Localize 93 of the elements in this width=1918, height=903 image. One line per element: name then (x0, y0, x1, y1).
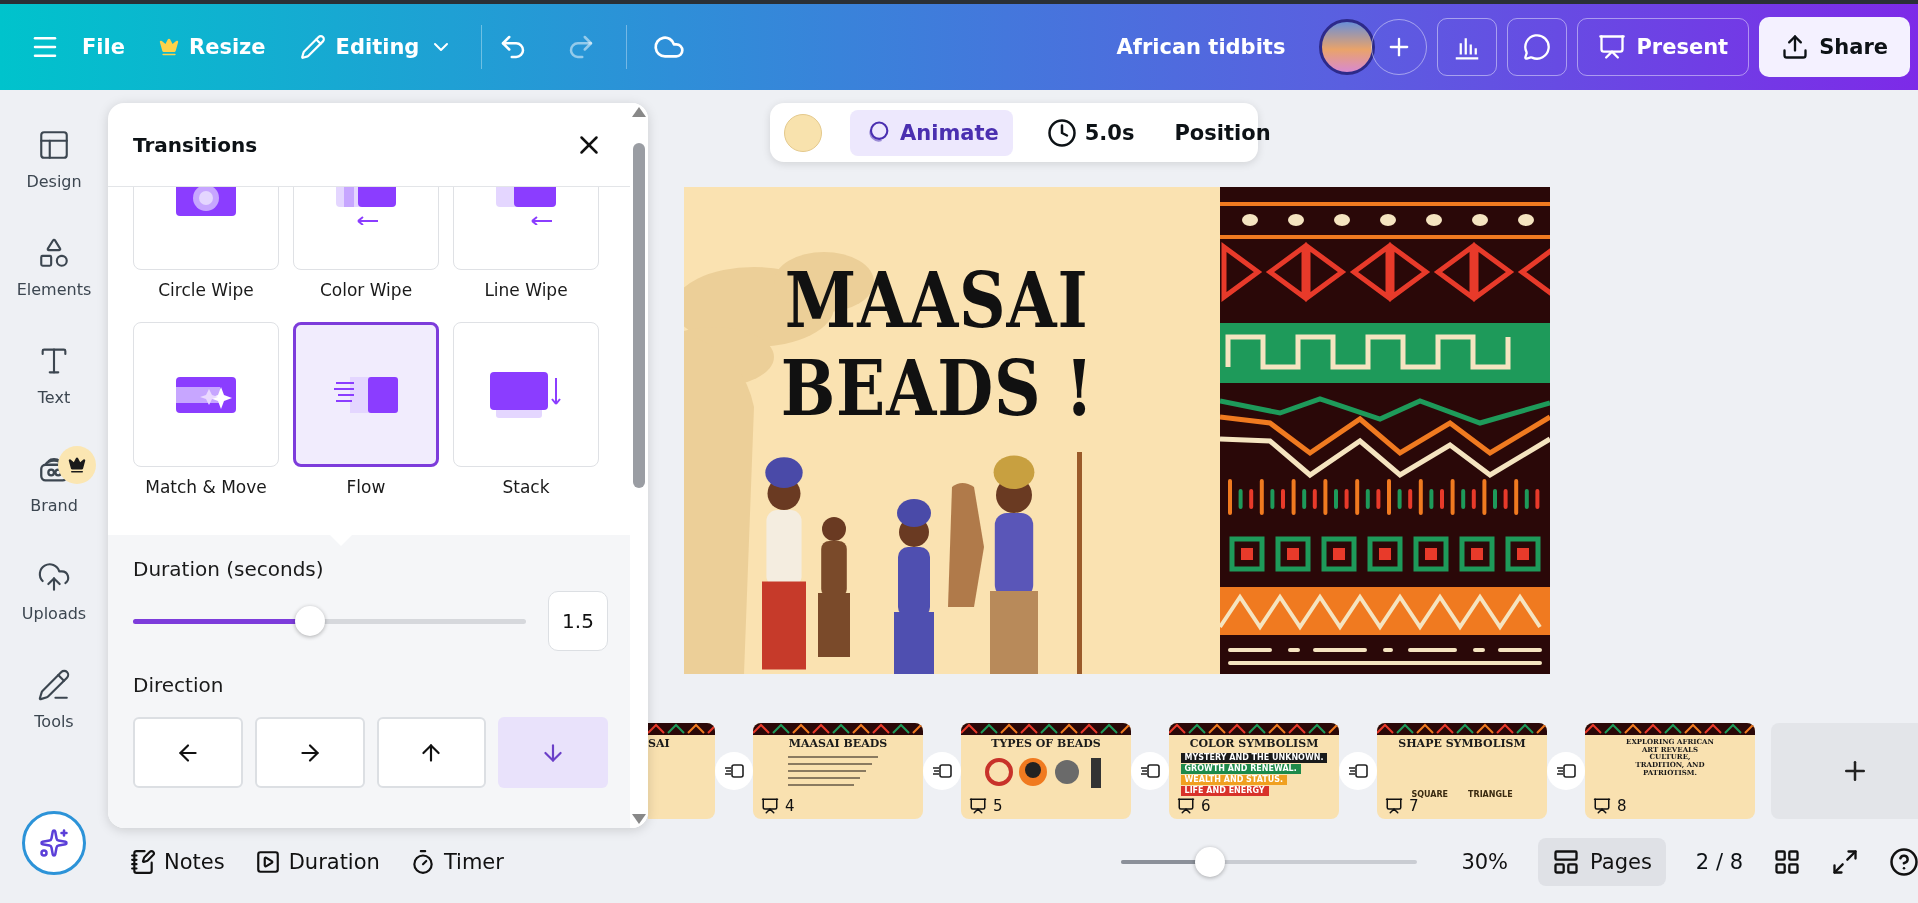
clock-icon (1046, 117, 1077, 148)
notes-icon (130, 848, 156, 875)
presentation-icon (761, 797, 779, 815)
color-label: LIFE AND ENERGY (1180, 786, 1269, 797)
pen-icon (37, 668, 71, 702)
timing-button[interactable]: 5.0s (1040, 116, 1141, 149)
upload-icon (1781, 33, 1810, 61)
grid-view-button[interactable] (1773, 847, 1801, 876)
transition-button[interactable] (1339, 754, 1377, 788)
transition-icon (490, 371, 562, 418)
page-number: 6 (1201, 797, 1211, 815)
sidebar-item[interactable]: Design (4, 120, 104, 228)
sidebar-item[interactable]: Elements (4, 228, 104, 336)
duration-input[interactable]: 1.5 (548, 591, 608, 651)
page-thumbnail[interactable]: MAASAI BEADS 4 (753, 723, 923, 819)
color-label: GROWTH AND RENEWAL. (1180, 764, 1301, 775)
page-number: 4 (785, 797, 795, 815)
notes-button[interactable]: Notes (130, 848, 225, 875)
presentation-icon (969, 797, 987, 815)
presentation-icon (1593, 797, 1611, 815)
animate-button[interactable]: Animate (850, 109, 1013, 156)
present-button[interactable]: Present (1577, 18, 1750, 76)
transition-button[interactable] (1547, 754, 1585, 788)
transition-icon (1140, 763, 1160, 779)
duration-button[interactable]: Duration (254, 848, 380, 875)
sidebar-item[interactable]: Uploads (4, 552, 104, 660)
fullscreen-button[interactable] (1831, 847, 1859, 876)
page-title: COLOR SYMBOLISM (1189, 738, 1319, 751)
sidebar-item[interactable]: Tools (4, 660, 104, 768)
share-button[interactable]: Share (1759, 17, 1910, 77)
transition-button[interactable] (1131, 754, 1169, 788)
transition-icon (932, 763, 952, 779)
transition-icon (336, 187, 396, 225)
transition-button[interactable] (715, 754, 753, 788)
shapes-icon (37, 236, 71, 270)
pencil-icon (299, 34, 326, 60)
zoom-value[interactable]: 30% (1461, 849, 1509, 874)
page-title: SAI (648, 738, 670, 751)
transition-icon (1556, 763, 1576, 779)
magic-button[interactable] (22, 811, 86, 875)
design-icon (37, 128, 71, 162)
duration-slider[interactable] (133, 606, 526, 636)
page-title: TYPES OF BEADS (991, 738, 1101, 751)
color-label: MYSTERY AND THE UNKNOWN. (1180, 753, 1328, 764)
slide-title: MAASAI (785, 257, 1089, 346)
page-number: 8 (1617, 797, 1627, 815)
crown-icon (159, 37, 179, 57)
page-counter: 2 / 8 (1695, 849, 1743, 874)
page-number: 7 (1409, 797, 1419, 815)
page-thumbnail[interactable]: TYPES OF BEADS 5 (961, 723, 1131, 819)
transition-icon (496, 187, 556, 225)
presentation-icon (1177, 797, 1195, 815)
page-thumbnail[interactable]: SHAPE SYMBOLISM SQUARE TRIANGLE 7 (1377, 723, 1547, 819)
timer-button[interactable]: Timer (409, 848, 504, 875)
duration-label: Duration (seconds) (133, 557, 325, 581)
sparkles-icon (39, 828, 69, 858)
sidebar-item[interactable]: Brand (4, 444, 104, 552)
comment-button[interactable] (1507, 18, 1568, 76)
document-title[interactable]: African tidbits (1116, 35, 1286, 59)
scrollbar[interactable] (630, 103, 648, 828)
page-number: 5 (993, 797, 1003, 815)
color-label: WEALTH AND STATUS. (1180, 775, 1287, 786)
slider-handle[interactable] (1195, 846, 1226, 877)
direction-label: Direction (133, 673, 225, 697)
transition-icon (724, 763, 744, 779)
shape-label: SQUARE (1411, 790, 1448, 800)
presentation-icon (1598, 33, 1627, 61)
transition-icon (1348, 763, 1368, 779)
page-thumbnail[interactable]: SAI (648, 723, 715, 819)
transition-button[interactable] (923, 754, 961, 788)
slide-title: BEADS ! (780, 345, 1094, 434)
pages-button[interactable]: Pages (1538, 837, 1666, 886)
avatar[interactable] (1319, 19, 1376, 75)
pages-icon (1552, 847, 1581, 876)
color-swatch[interactable] (784, 113, 822, 152)
play-icon (254, 848, 281, 875)
position-button[interactable]: Position (1168, 119, 1277, 146)
zoom-slider[interactable] (1121, 846, 1418, 877)
comment-icon (1523, 33, 1552, 61)
page-thumbnail[interactable]: COLOR SYMBOLISM MYSTERY AND THE UNKNOWN. GROWTH AND RENEWAL. WEALTH AND STATUS. LIFE AND ENERGY 6 (1169, 723, 1339, 819)
page-title: MAASAI BEADS (788, 738, 888, 751)
presentation-icon (1385, 797, 1403, 815)
shape-label: TRIANGLE (1468, 790, 1513, 800)
insights-button[interactable] (1437, 18, 1498, 76)
page-title: SHAPE SYMBOLISM (1398, 738, 1526, 751)
transition-icon (334, 376, 398, 413)
slider-handle[interactable] (294, 606, 325, 636)
upload-icon (37, 560, 71, 594)
help-button[interactable] (1889, 846, 1918, 877)
panel-title: Transitions (133, 132, 258, 157)
transition-icon (176, 376, 236, 413)
sidebar-item[interactable]: Text (4, 336, 104, 444)
transition-icon (176, 187, 236, 216)
